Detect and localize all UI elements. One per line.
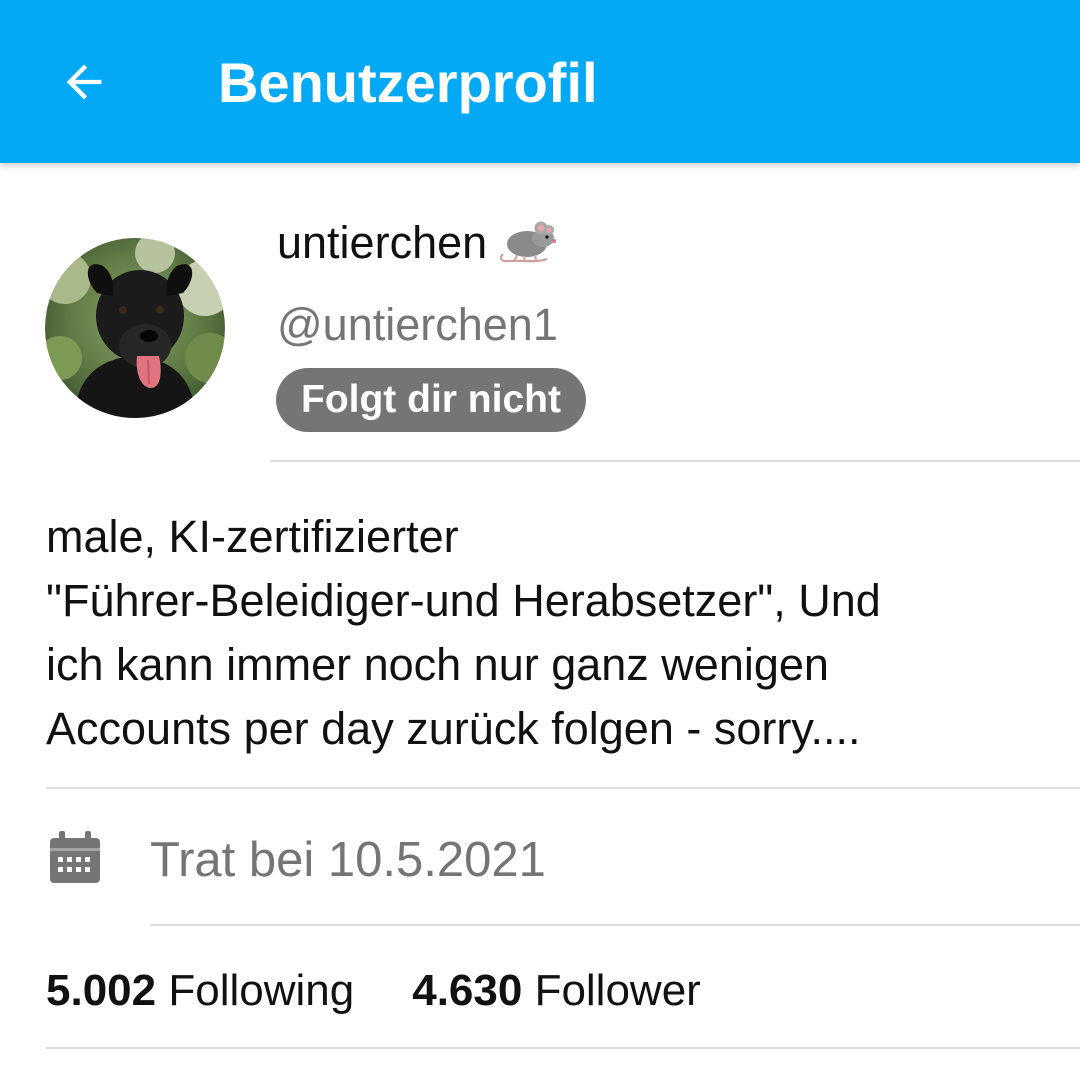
bio-line: Accounts per day zurück folgen - sorry..… [46, 703, 861, 754]
display-name: untierchen [277, 214, 559, 278]
avatar[interactable] [45, 238, 225, 418]
bio-line: ich kann immer noch nur ganz wenigen [46, 639, 829, 690]
display-name-text: untierchen [277, 217, 488, 268]
calendar-icon [50, 831, 100, 883]
divider [46, 1047, 1080, 1049]
follower-label: Follower [534, 966, 701, 1015]
joined-date: Trat bei 10.5.2021 [150, 833, 546, 887]
bio-line: "Führer-Beleidiger-und Herabsetzer", Und [46, 575, 881, 626]
follow-status-badge: Folgt dir nicht [276, 368, 586, 432]
follower-stat[interactable]: 4.630 Follower [412, 963, 701, 1019]
username-handle: @untierchen1 [277, 299, 558, 350]
arrow-back-icon [66, 64, 102, 100]
following-stat[interactable]: 5.002 Following [46, 963, 354, 1019]
follow-stats: 5.002 Following 4.630 Follower [46, 963, 701, 1019]
following-count: 5.002 [46, 966, 157, 1015]
mouse-emoji-icon [497, 218, 559, 278]
following-label: Following [168, 966, 355, 1015]
back-button[interactable] [44, 42, 124, 122]
page-title: Benutzerprofil [218, 51, 598, 114]
profile-bio: male, KI-zertifizierter "Führer-Beleidig… [46, 505, 1056, 761]
divider [150, 924, 1080, 926]
divider [46, 787, 1080, 789]
app-bar: Benutzerprofil [0, 0, 1080, 163]
follower-count: 4.630 [412, 966, 523, 1015]
bio-line: male, KI-zertifizierter [46, 511, 459, 562]
avatar-photo-dog [45, 238, 225, 418]
divider [270, 460, 1080, 462]
